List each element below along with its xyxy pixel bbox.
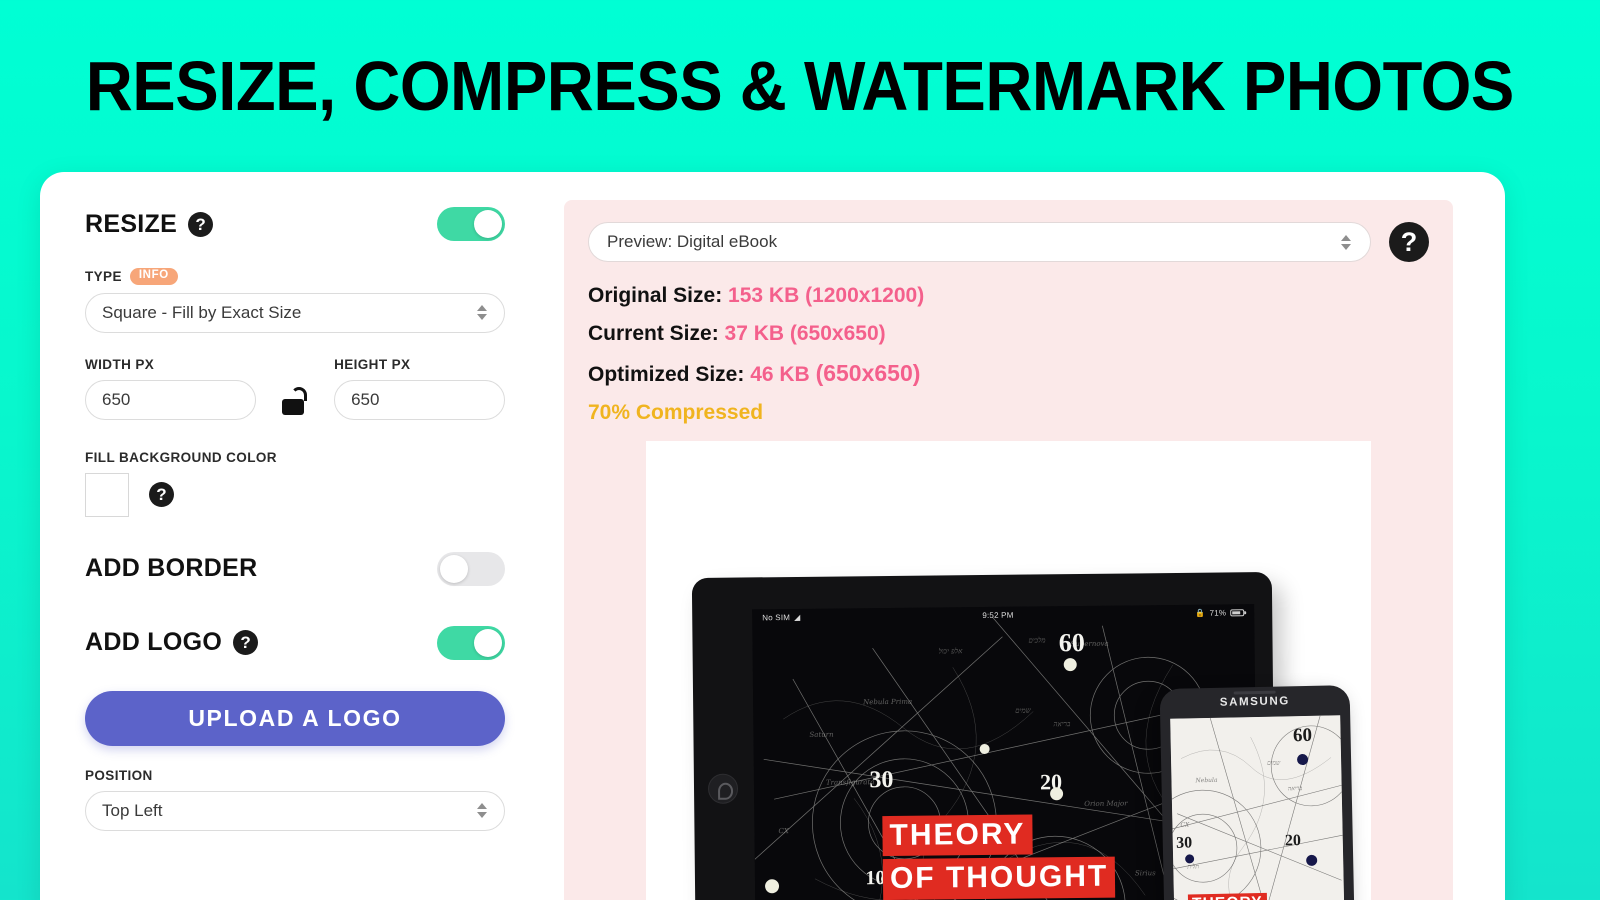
- image-preview-stage: No SIM ◢ 9:52 PM 🔒 71% אלפ יכול מלכים Sa…: [646, 441, 1371, 900]
- resize-toggle[interactable]: [437, 207, 505, 241]
- preview-panel: Preview: Digital eBook ? Original Size: …: [564, 200, 1453, 900]
- svg-text:תלית: תלית: [1186, 863, 1199, 870]
- svg-text:Transfigurata: Transfigurata: [826, 778, 875, 787]
- optimized-size-value: 46 KB: [750, 363, 816, 386]
- svg-text:CX: CX: [778, 827, 789, 835]
- type-select-value: Square - Fill by Exact Size: [102, 302, 302, 322]
- status-sim-label: No SIM: [762, 612, 791, 622]
- preview-select-value: Preview: Digital eBook: [607, 232, 778, 251]
- cover-title-line2: OF THOUGHT: [882, 857, 1116, 900]
- unlock-icon[interactable]: [282, 385, 308, 415]
- current-size-label: Current Size:: [588, 322, 719, 345]
- compression-ratio: 70% Compressed: [588, 401, 764, 424]
- phone-cover-title: THEORY OF THOUGHT: [1187, 892, 1310, 900]
- add-border-toggle[interactable]: [437, 551, 505, 586]
- wifi-icon: ◢: [794, 612, 801, 622]
- cover-title-line1: THEORY: [882, 814, 1033, 857]
- phone-brand-label: SAMSUNG: [1219, 695, 1290, 709]
- resize-toggle-knob: [474, 210, 502, 238]
- type-label-row: TYPE INFO: [85, 268, 505, 285]
- add-border-label: ADD BORDER: [85, 554, 258, 582]
- hero-banner: RESIZE, COMPRESS & WATERMARK PHOTOS: [0, 0, 1600, 172]
- battery-icon: [1230, 608, 1245, 616]
- svg-text:מלכים: מלכים: [1028, 636, 1045, 644]
- svg-text:שמים: שמים: [1015, 706, 1031, 714]
- width-label: WIDTH PX: [85, 356, 155, 372]
- height-input-value: 650: [351, 389, 380, 409]
- size-stats: Original Size: 153 KB (1200x1200) Curren…: [588, 284, 1429, 425]
- tablet-cover-title: THEORY OF THOUGHT: [882, 814, 1116, 900]
- resize-help-icon[interactable]: ?: [188, 211, 214, 237]
- preview-top-row: Preview: Digital eBook ?: [588, 222, 1429, 262]
- svg-text:Orion Major: Orion Major: [1084, 799, 1128, 807]
- fill-background-help-icon[interactable]: ?: [149, 482, 174, 507]
- svg-text:Nebula: Nebula: [1194, 777, 1218, 784]
- add-logo-row: ADD LOGO ?: [85, 621, 505, 665]
- cover-title-line1: THEORY: [1187, 892, 1267, 900]
- position-select[interactable]: Top Left: [85, 790, 505, 831]
- page-title: RESIZE, COMPRESS & WATERMARK PHOTOS: [85, 47, 1515, 125]
- type-info-badge[interactable]: INFO: [129, 268, 178, 285]
- add-border-row: ADD BORDER: [85, 547, 505, 591]
- tablet-home-button: [707, 773, 739, 804]
- add-logo-label: ADD LOGO: [85, 628, 223, 656]
- svg-text:אלפ יכול: אלפ יכול: [939, 647, 964, 655]
- svg-text:Sirius: Sirius: [1135, 869, 1156, 877]
- chevron-updown-icon: [476, 803, 488, 818]
- svg-text:Saturn: Saturn: [809, 731, 834, 739]
- svg-text:בריאה: בריאה: [1053, 720, 1071, 728]
- fill-background-label: FILL BACKGROUND COLOR: [85, 449, 277, 465]
- svg-text:Supernova: Supernova: [1070, 640, 1108, 648]
- resize-section-header: RESIZE ?: [85, 202, 505, 246]
- width-input[interactable]: 650: [85, 379, 256, 420]
- phone-speaker: [1233, 690, 1276, 694]
- fill-background-swatch[interactable]: [85, 472, 129, 517]
- chevron-updown-icon: [476, 305, 488, 320]
- optimized-size-label: Optimized Size:: [588, 363, 745, 386]
- optimized-size-row: Optimized Size: 46 KB (650x650): [588, 360, 1429, 387]
- type-label: TYPE: [85, 268, 122, 284]
- preview-select[interactable]: Preview: Digital eBook: [588, 222, 1371, 262]
- svg-text:Nebula Prima: Nebula Prima: [862, 698, 912, 707]
- width-input-value: 650: [102, 389, 131, 409]
- add-logo-toggle-knob: [474, 628, 502, 657]
- position-select-value: Top Left: [102, 800, 163, 820]
- status-time: 9:52 PM: [982, 610, 1014, 620]
- original-size-value: 153 KB (1200x1200): [728, 284, 925, 307]
- lock-icon: 🔒: [1195, 608, 1206, 618]
- settings-panel: RESIZE ? TYPE INFO Square - Fill by Exac…: [40, 172, 550, 900]
- height-input[interactable]: 650: [334, 379, 506, 420]
- phone-screen: Nebula שמים בריאה תלית Lux Logic אור Veg…: [1170, 715, 1347, 900]
- phone-mockup: SAMSUNG Nebula שמים בריאה תלית CX 60 20 …: [1159, 685, 1357, 900]
- status-battery-label: 71%: [1209, 607, 1227, 618]
- app-card: RESIZE ? TYPE INFO Square - Fill by Exac…: [40, 172, 1505, 900]
- upload-logo-button[interactable]: UPLOAD A LOGO: [85, 690, 505, 746]
- height-label: HEIGHT PX: [334, 356, 411, 372]
- current-size-row: Current Size: 37 KB (650x650): [588, 322, 1429, 346]
- original-size-row: Original Size: 153 KB (1200x1200): [588, 284, 1429, 308]
- preview-column: Preview: Digital eBook ? Original Size: …: [550, 172, 1505, 900]
- chevron-updown-icon: [1340, 234, 1352, 250]
- original-size-label: Original Size:: [588, 284, 723, 307]
- position-label: POSITION: [85, 767, 153, 783]
- type-select[interactable]: Square - Fill by Exact Size: [85, 292, 505, 333]
- svg-text:שמים: שמים: [1267, 759, 1281, 766]
- current-size-value: 37 KB (650x650): [724, 322, 886, 345]
- svg-text:בריאה: בריאה: [1288, 785, 1303, 792]
- optimized-size-dimensions: (650x650): [815, 360, 921, 386]
- add-border-toggle-knob: [440, 554, 468, 583]
- dimensions-row: WIDTH PX 650 HEIGHT PX 650: [85, 356, 506, 420]
- add-logo-help-icon[interactable]: ?: [233, 630, 259, 655]
- svg-text:CX: CX: [1180, 821, 1190, 828]
- resize-label: RESIZE: [85, 209, 178, 238]
- add-logo-toggle[interactable]: [437, 625, 505, 660]
- preview-help-icon[interactable]: ?: [1389, 222, 1429, 262]
- star-chart-artwork-inverted: Nebula שמים בריאה תלית Lux Logic אור Veg…: [1170, 715, 1347, 900]
